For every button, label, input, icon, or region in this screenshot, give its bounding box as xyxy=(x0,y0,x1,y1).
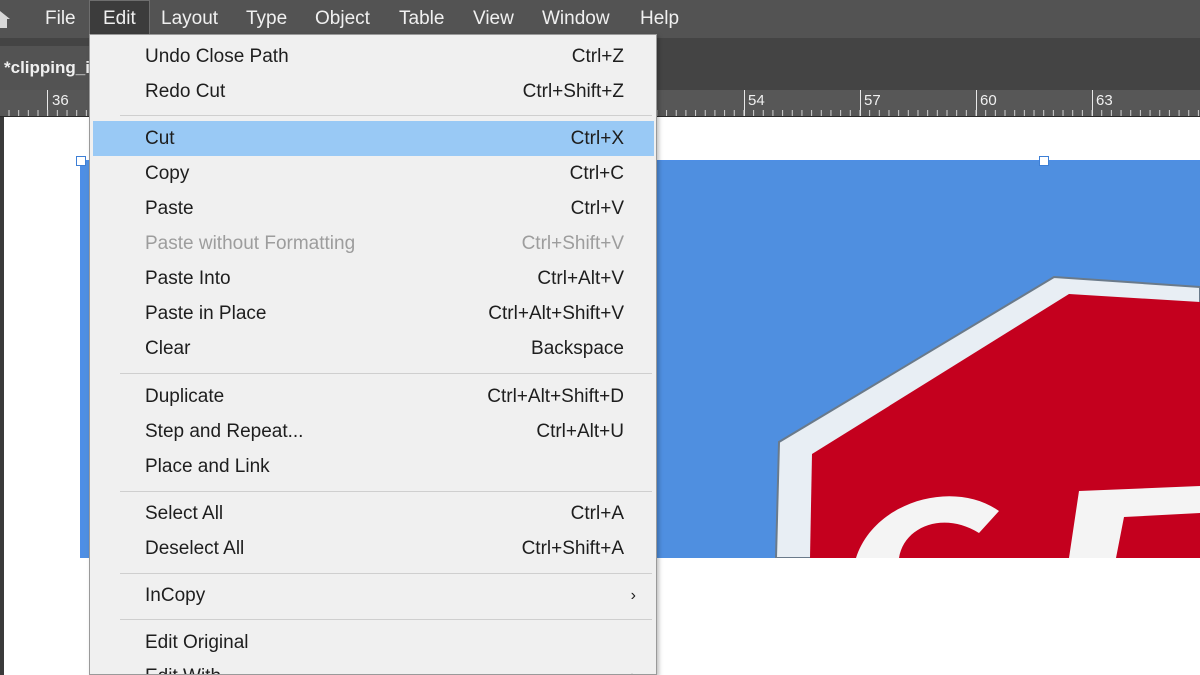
menu-item-label: InCopy xyxy=(145,585,206,606)
menu-item-shortcut: Ctrl+Alt+U xyxy=(536,421,624,442)
menu-item-shortcut: Ctrl+X xyxy=(570,128,624,149)
menu-file[interactable]: File xyxy=(32,0,89,38)
menu-item-cut[interactable]: Cut Ctrl+X xyxy=(93,121,654,156)
menu-item-clear[interactable]: Clear Backspace xyxy=(93,331,654,366)
menu-item-shortcut: Ctrl+Shift+A xyxy=(521,538,624,559)
menu-item-label: Clear xyxy=(145,338,191,359)
menu-item-label: Place and Link xyxy=(145,456,270,477)
menu-item-shortcut: Backspace xyxy=(531,338,624,359)
submenu-arrow-icon: › xyxy=(631,659,636,674)
menu-item-deselect-all[interactable]: Deselect All Ctrl+Shift+A xyxy=(93,531,654,566)
menu-item-edit-original[interactable]: Edit Original xyxy=(93,625,654,660)
menu-item-incopy[interactable]: InCopy › xyxy=(93,578,654,613)
menu-separator xyxy=(120,619,652,620)
menu-item-label: Paste in Place xyxy=(145,303,267,324)
menu-window[interactable]: Window xyxy=(529,0,623,38)
selection-handle[interactable] xyxy=(1039,156,1049,166)
menu-layout[interactable]: Layout xyxy=(148,0,231,38)
menu-item-label: Select All xyxy=(145,503,224,524)
menu-item-place-and-link[interactable]: Place and Link xyxy=(93,449,654,484)
menu-item-paste-in-place[interactable]: Paste in Place Ctrl+Alt+Shift+V xyxy=(93,296,654,331)
selection-handle[interactable] xyxy=(76,156,86,166)
edit-dropdown-menu: Undo Close Path Ctrl+Z Redo Cut Ctrl+Shi… xyxy=(89,34,657,675)
menu-item-label: Paste Into xyxy=(145,268,231,289)
menu-item-label: Cut xyxy=(145,128,175,149)
menu-separator xyxy=(120,491,652,492)
menu-item-duplicate[interactable]: Duplicate Ctrl+Alt+Shift+D xyxy=(93,379,654,414)
menu-item-shortcut: Ctrl+C xyxy=(569,163,624,184)
menu-item-shortcut: Ctrl+Alt+V xyxy=(537,268,624,289)
menu-item-step-and-repeat[interactable]: Step and Repeat... Ctrl+Alt+U xyxy=(93,414,654,449)
menu-view[interactable]: View xyxy=(460,0,527,38)
menu-item-label: Paste without Formatting xyxy=(145,233,356,254)
menu-item-shortcut: Ctrl+Alt+Shift+V xyxy=(488,303,624,324)
menu-separator xyxy=(120,115,652,116)
menu-item-label: Step and Repeat... xyxy=(145,421,304,442)
menu-item-shortcut: Ctrl+Shift+Z xyxy=(522,81,624,102)
menu-item-paste-without-formatting: Paste without Formatting Ctrl+Shift+V xyxy=(93,226,654,261)
menu-edit[interactable]: Edit xyxy=(89,0,150,38)
menu-item-select-all[interactable]: Select All Ctrl+A xyxy=(93,496,654,531)
menu-object[interactable]: Object xyxy=(302,0,383,38)
menu-item-label: Deselect All xyxy=(145,538,245,559)
menu-bar: File Edit Layout Type Object Table View … xyxy=(0,0,1200,38)
menu-item-shortcut: Ctrl+A xyxy=(570,503,624,524)
home-icon[interactable] xyxy=(0,8,12,30)
menu-item-label: Redo Cut xyxy=(145,81,226,102)
menu-item-redo-cut[interactable]: Redo Cut Ctrl+Shift+Z xyxy=(93,74,654,109)
menu-item-label: Copy xyxy=(145,163,190,184)
menu-item-label: Edit Original xyxy=(145,632,249,653)
menu-item-paste[interactable]: Paste Ctrl+V xyxy=(93,191,654,226)
frame-edge-left xyxy=(80,160,84,558)
menu-item-edit-with[interactable]: Edit With › xyxy=(93,659,654,674)
submenu-arrow-icon: › xyxy=(630,587,636,604)
menu-item-undo-close-path[interactable]: Undo Close Path Ctrl+Z xyxy=(93,39,654,74)
menu-item-label: Edit With xyxy=(145,659,221,674)
menu-table[interactable]: Table xyxy=(386,0,457,38)
menu-item-label: Undo Close Path xyxy=(145,46,289,67)
menu-separator xyxy=(120,373,652,374)
menu-help[interactable]: Help xyxy=(627,0,692,38)
menu-item-label: Duplicate xyxy=(145,386,225,407)
menu-item-paste-into[interactable]: Paste Into Ctrl+Alt+V xyxy=(93,261,654,296)
pasteboard-edge xyxy=(0,117,4,675)
menu-item-shortcut: Ctrl+V xyxy=(570,198,624,219)
menu-separator xyxy=(120,573,652,574)
menu-item-shortcut: Ctrl+Alt+Shift+D xyxy=(487,386,624,407)
menu-item-label: Paste xyxy=(145,198,194,219)
menu-item-copy[interactable]: Copy Ctrl+C xyxy=(93,156,654,191)
menu-item-shortcut: Ctrl+Shift+V xyxy=(521,233,624,254)
menu-item-shortcut: Ctrl+Z xyxy=(571,46,624,67)
menu-type[interactable]: Type xyxy=(233,0,300,38)
